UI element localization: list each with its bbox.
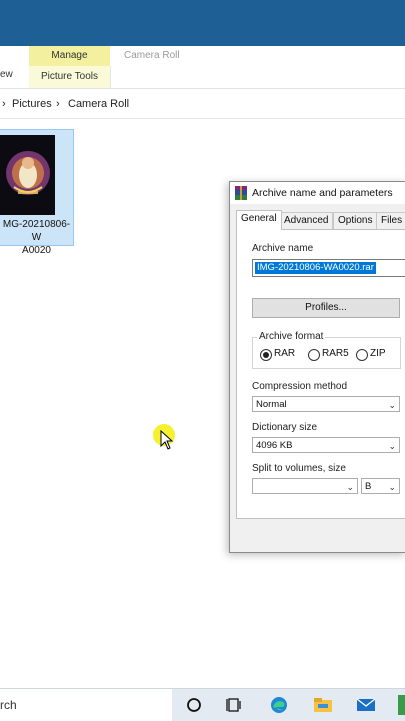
tab-options[interactable]: Options (333, 212, 378, 229)
dialog-tabs: General Advanced Options Files (236, 210, 405, 230)
mail-icon[interactable] (355, 695, 377, 715)
archive-dialog[interactable]: Archive name and parameters General Adva… (229, 181, 405, 553)
file-name-line: MG-20210806-W (2, 219, 71, 243)
winrar-icon (235, 186, 247, 200)
picture-tools-tab[interactable]: Picture Tools (29, 66, 111, 88)
radio-rar-label[interactable]: RAR (274, 348, 295, 359)
breadcrumb-camera-roll[interactable]: Camera Roll (68, 98, 129, 110)
split-unit-select[interactable]: B ⌄ (361, 478, 400, 494)
chevron-down-icon: ⌄ (346, 482, 354, 492)
compression-method-value: Normal (256, 399, 287, 410)
task-view-icon[interactable] (224, 695, 246, 715)
compression-method-select[interactable]: Normal ⌄ (252, 396, 400, 412)
breadcrumb-separator: › (56, 98, 60, 110)
radio-rar[interactable] (260, 349, 272, 361)
archive-name-value: IMG-20210806-WA0020.rar (255, 262, 376, 274)
dictionary-size-select[interactable]: 4096 KB ⌄ (252, 437, 400, 453)
tab-advanced[interactable]: Advanced (279, 212, 334, 229)
dictionary-size-value: 4096 KB (256, 440, 293, 451)
tab-general[interactable]: General (236, 210, 282, 230)
file-item[interactable]: MG-20210806-W A0020 (0, 129, 74, 256)
taskbar: rch (0, 688, 405, 721)
compression-method-label: Compression method (252, 381, 348, 392)
radio-rar5-label[interactable]: RAR5 (322, 348, 349, 359)
thumbnail-image (0, 135, 55, 215)
archive-name-input[interactable]: IMG-20210806-WA0020.rar (252, 259, 405, 277)
radio-zip-label[interactable]: ZIP (370, 348, 386, 359)
breadcrumb[interactable]: › Pictures › Camera Roll (0, 92, 405, 119)
manage-tab[interactable]: Manage (29, 46, 110, 66)
archive-name-label: Archive name (252, 243, 314, 254)
dialog-title-bar[interactable]: Archive name and parameters (230, 182, 405, 204)
dialog-title: Archive name and parameters (252, 187, 393, 199)
explorer-ribbon: ew Manage Picture Tools Camera Roll (0, 46, 405, 89)
split-unit-value: B (365, 481, 372, 492)
tab-files[interactable]: Files (376, 212, 405, 229)
chevron-down-icon: ⌄ (388, 482, 396, 492)
file-name-line: A0020 (22, 245, 51, 256)
cortana-icon[interactable] (183, 695, 205, 715)
file-name: MG-20210806-W A0020 (0, 218, 73, 257)
radio-zip[interactable] (356, 349, 368, 361)
window-title: Camera Roll (124, 50, 180, 61)
taskbar-search-text: rch (0, 698, 17, 712)
archive-format-label: Archive format (257, 331, 326, 342)
file-explorer-icon[interactable] (312, 695, 334, 715)
split-volumes-label: Split to volumes, size (252, 463, 346, 474)
file-thumbnail (0, 135, 55, 215)
profiles-button[interactable]: Profiles... (252, 298, 400, 318)
archive-format-group: Archive format RAR RAR5 ZIP (252, 331, 401, 369)
view-tab[interactable]: ew (0, 69, 13, 80)
mouse-pointer-icon (160, 430, 174, 450)
split-volumes-input[interactable]: ⌄ (252, 478, 358, 494)
breadcrumb-separator: › (2, 98, 6, 110)
chevron-down-icon: ⌄ (388, 441, 396, 451)
dictionary-size-label: Dictionary size (252, 422, 318, 433)
edge-icon[interactable] (268, 695, 290, 715)
desktop-top-band (0, 0, 405, 46)
chevron-down-icon: ⌄ (388, 400, 396, 410)
taskbar-search-box[interactable]: rch (0, 689, 172, 721)
breadcrumb-pictures[interactable]: Pictures (12, 98, 52, 110)
taskbar-app-icon[interactable] (398, 695, 405, 715)
radio-rar5[interactable] (308, 349, 320, 361)
